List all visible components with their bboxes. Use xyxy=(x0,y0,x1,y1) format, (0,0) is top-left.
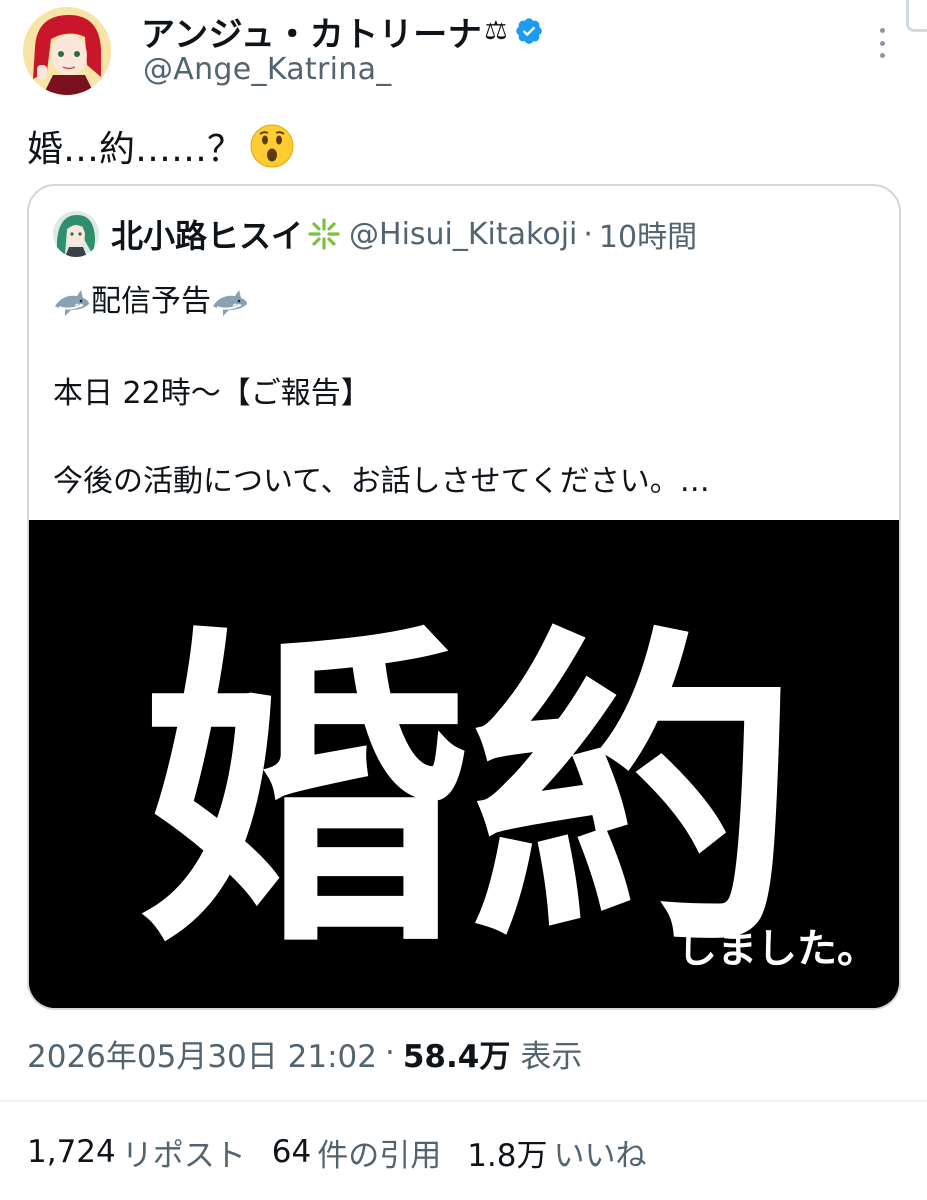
quoted-tweet-card[interactable]: 北小路ヒスイ @Hisui_Kitakoji · 10時間 配信予告 本日 22… xyxy=(27,184,901,1010)
meta-separator: · xyxy=(384,1035,395,1071)
more-options-icon[interactable] xyxy=(872,28,892,58)
quoted-line-3: 今後の活動について、お話しさせてください。… xyxy=(53,464,710,499)
author-handle[interactable]: @Ange_Katrina_ xyxy=(143,52,392,87)
quoted-line-1: 配信予告 xyxy=(53,276,249,320)
tweet-body: 婚…約……？ xyxy=(27,129,244,170)
quoted-line-2: 本日 22時〜【ご報告】 xyxy=(53,376,371,411)
quotes-count[interactable]: 64 xyxy=(272,1134,311,1170)
shark-emoji xyxy=(213,289,247,316)
tweet-text: 婚…約……？ xyxy=(27,118,295,174)
author-name-row[interactable]: アンジュ・カトリーナ ⚖ xyxy=(141,7,544,56)
tweet-detail: アンジュ・カトリーナ ⚖ @Ange_Katrina_ 婚…約……？ 北小路ヒス… xyxy=(0,0,927,1200)
author-avatar[interactable] xyxy=(23,7,111,95)
scales-emoji: ⚖ xyxy=(484,16,508,46)
quoted-timestamp[interactable]: 10時間 xyxy=(599,212,697,256)
cropped-control xyxy=(906,0,927,32)
quoted-media-image[interactable]: 婚約 しました。 xyxy=(29,520,899,1008)
verified-badge-icon xyxy=(515,18,542,44)
engagement-stats: 1,724 リポスト 64 件の引用 1.8万 いいね xyxy=(27,1128,673,1176)
image-small-text: しました。 xyxy=(677,925,877,972)
quotes-label[interactable]: 件の引用 xyxy=(317,1130,441,1175)
divider xyxy=(0,1100,927,1102)
quoted-author-handle[interactable]: @Hisui_Kitakoji xyxy=(349,217,577,252)
tweet-timestamp[interactable]: 2026年05月30日 21:02 xyxy=(27,1031,377,1076)
reposts-label[interactable]: リポスト xyxy=(122,1130,246,1175)
tweet-meta: 2026年05月30日 21:02 · 58.4万 表示 xyxy=(27,1030,582,1076)
author-display-name[interactable]: アンジュ・カトリーナ xyxy=(141,7,482,56)
quoted-separator: · xyxy=(583,216,593,252)
quoted-author-avatar[interactable] xyxy=(53,211,99,257)
quoted-tweet-header: 北小路ヒスイ @Hisui_Kitakoji · 10時間 xyxy=(53,210,697,258)
views-count: 58.4万 xyxy=(402,1038,511,1075)
quoted-line-1-text: 配信予告 xyxy=(91,284,211,319)
astonished-face-emoji xyxy=(250,124,294,168)
likes-label[interactable]: いいね xyxy=(554,1130,647,1175)
shark-emoji xyxy=(55,289,89,316)
likes-count[interactable]: 1.8万 xyxy=(467,1130,547,1175)
quoted-author-name[interactable]: 北小路ヒスイ xyxy=(111,211,303,257)
views-label: 表示 xyxy=(520,1038,583,1075)
sparkle-emoji xyxy=(308,218,340,250)
reposts-count[interactable]: 1,724 xyxy=(27,1134,116,1170)
